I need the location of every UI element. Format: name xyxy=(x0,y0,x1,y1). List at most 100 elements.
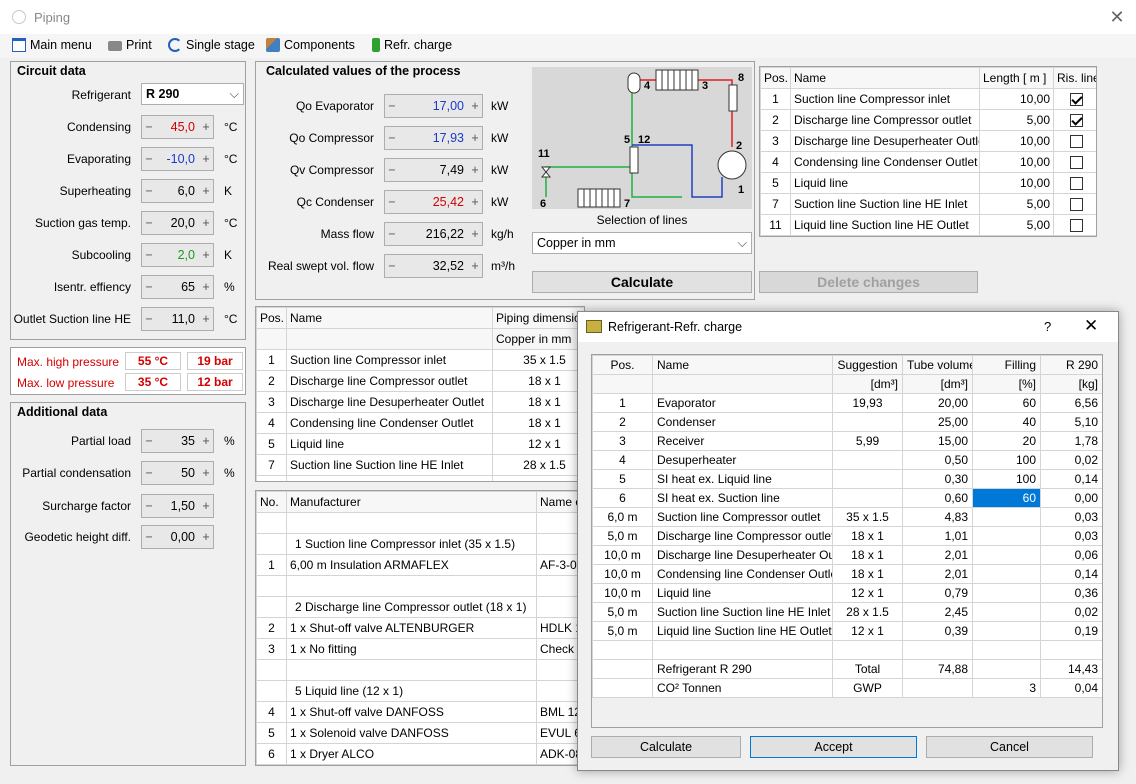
lines-length[interactable]: 10,00 xyxy=(979,151,1054,173)
table-row[interactable]: 5 Liquid line (12 x 1) xyxy=(256,680,584,702)
lines-header-cell[interactable]: Ris. line xyxy=(1053,67,1096,89)
table-row[interactable]: 2 Condenser 25,00 40 5,10 xyxy=(592,412,1102,432)
table-row[interactable]: 4 Condensing line Condenser Outlet 10,00 xyxy=(760,151,1096,173)
charge-tube-volume[interactable]: 2,45 xyxy=(902,602,973,622)
minus-icon[interactable]: − xyxy=(142,280,156,294)
minus-icon[interactable]: − xyxy=(142,312,156,326)
calc-value-spinner[interactable]: − 17,93 + xyxy=(384,126,483,150)
plus-icon[interactable]: + xyxy=(199,184,213,198)
minus-icon[interactable]: − xyxy=(385,131,399,145)
minus-icon[interactable]: − xyxy=(385,195,399,209)
charge-header-cell[interactable]: Filling xyxy=(972,355,1041,375)
menu-components[interactable]: Components xyxy=(266,38,355,52)
charge-header-cell[interactable]: Suggestion xyxy=(832,355,903,375)
plus-icon[interactable]: + xyxy=(199,248,213,262)
ris-line-checkbox[interactable] xyxy=(1069,177,1083,191)
menu-single-stage[interactable]: Single stage xyxy=(168,38,255,52)
additional-value-spinner[interactable]: −1,50 + xyxy=(141,494,214,518)
minus-icon[interactable]: − xyxy=(142,152,156,166)
charge-tube-volume[interactable] xyxy=(902,640,973,660)
table-row[interactable]: 6,0 m Suction line Compressor outlet 35 x … xyxy=(592,507,1102,527)
lines-length[interactable]: 5,00 xyxy=(979,193,1054,215)
table-row[interactable] xyxy=(256,512,584,534)
delete-changes-button[interactable]: Delete changes xyxy=(759,271,978,293)
table-row[interactable]: 2 Discharge line Compressor outlet 5,00 xyxy=(760,109,1096,131)
charge-filling[interactable] xyxy=(972,659,1041,679)
refrigerant-select[interactable]: R 290 ⌵ xyxy=(141,83,244,105)
lines-length[interactable]: 10,00 xyxy=(979,172,1054,194)
ris-line-checkbox[interactable] xyxy=(1069,198,1083,212)
table-row[interactable]: 3 Discharge line Desuperheater Outlet 18 x… xyxy=(256,391,584,413)
circuit-value-spinner[interactable]: − 65 + xyxy=(141,275,214,299)
charge-filling[interactable]: 100 xyxy=(972,469,1041,489)
additional-value-spinner[interactable]: − 50 + xyxy=(141,461,214,485)
charge-filling[interactable] xyxy=(972,526,1041,546)
dialog-cancel-button[interactable]: Cancel xyxy=(926,736,1093,758)
ris-line-checkbox[interactable] xyxy=(1069,156,1083,170)
plus-icon[interactable]: + xyxy=(468,227,482,241)
table-row[interactable]: 31 x No fitting Check v xyxy=(256,638,584,660)
ris-line-checkbox[interactable] xyxy=(1069,219,1083,233)
table-row[interactable]: 5 SI heat ex. Liquid line 0,30 100 0,14 xyxy=(592,469,1102,489)
calc-value-spinner[interactable]: − 7,49 + xyxy=(384,158,483,182)
plus-icon[interactable]: + xyxy=(199,152,213,166)
minus-icon[interactable]: − xyxy=(385,99,399,113)
ris-line-checkbox[interactable] xyxy=(1069,114,1083,128)
table-row[interactable]: CO² Tonnen GWP 3 0,04 xyxy=(592,678,1102,698)
table-row[interactable]: 2 Discharge line Compressor outlet 18 x 1 xyxy=(256,370,584,392)
charge-tube-volume[interactable]: 0,30 xyxy=(902,469,973,489)
charge-tube-volume[interactable]: 0,79 xyxy=(902,583,973,603)
charge-tube-volume[interactable]: 0,50 xyxy=(902,450,973,470)
minus-icon[interactable]: − xyxy=(142,466,156,480)
circuit-value-spinner[interactable]: −20,0 + xyxy=(141,211,214,235)
table-row[interactable]: 10,0 m Liquid line 12 x 1 0,79 0,36 xyxy=(592,583,1102,603)
ris-line-checkbox[interactable] xyxy=(1069,93,1083,107)
charge-header-cell[interactable]: Pos. xyxy=(592,355,653,375)
close-icon[interactable]: ✕ xyxy=(1106,6,1128,28)
lines-header-cell[interactable]: Name xyxy=(790,67,980,89)
plus-icon[interactable]: + xyxy=(468,99,482,113)
table-row[interactable]: 5 Liquid line 10,00 xyxy=(760,172,1096,194)
minus-icon[interactable]: − xyxy=(142,216,156,230)
plus-icon[interactable]: + xyxy=(199,434,213,448)
charge-header-cell[interactable]: R 290 xyxy=(1040,355,1102,375)
help-icon[interactable]: ? xyxy=(1044,319,1051,334)
plus-icon[interactable]: + xyxy=(199,312,213,326)
table-row[interactable]: 21 x Shut-off valve ALTENBURGER HDLK 1 xyxy=(256,617,584,639)
charge-filling[interactable] xyxy=(972,621,1041,641)
calc-value-spinner[interactable]: − 25,42 + xyxy=(384,190,483,214)
charge-tube-volume[interactable]: 15,00 xyxy=(902,431,973,451)
calc-value-spinner[interactable]: − 17,00 + xyxy=(384,94,483,118)
charge-tube-volume[interactable]: 1,01 xyxy=(902,526,973,546)
table-row[interactable] xyxy=(256,659,584,681)
table-row[interactable]: Refrigerant R 290 Total 74,88 14,43 xyxy=(592,659,1102,679)
lines-length[interactable]: 10,00 xyxy=(979,88,1054,110)
plus-icon[interactable]: + xyxy=(199,216,213,230)
plus-icon[interactable]: + xyxy=(468,259,482,273)
table-row[interactable]: 4 Condensing line Condenser Outlet 18 x 1 xyxy=(256,412,584,434)
charge-filling[interactable]: 40 xyxy=(972,412,1041,432)
plus-icon[interactable]: + xyxy=(199,499,213,513)
charge-filling[interactable] xyxy=(972,602,1041,622)
circuit-value-spinner[interactable]: −45,0 + xyxy=(141,115,214,139)
menu-refr-charge[interactable]: Refr. charge xyxy=(372,38,452,52)
table-row[interactable]: 3 Receiver 5,99 15,00 20 1,78 xyxy=(592,431,1102,451)
table-row[interactable]: 5,0 m Liquid line Suction line HE Outlet 1… xyxy=(592,621,1102,641)
table-row[interactable] xyxy=(592,640,1102,660)
charge-tube-volume[interactable]: 4,83 xyxy=(902,507,973,527)
table-row[interactable]: 41 x Shut-off valve DANFOSS BML 12 xyxy=(256,701,584,723)
circuit-value-spinner[interactable]: − 11,0 + xyxy=(141,307,214,331)
charge-filling[interactable]: 100 xyxy=(972,450,1041,470)
charge-header-cell[interactable]: Tube volume xyxy=(902,355,973,375)
charge-filling[interactable] xyxy=(972,545,1041,565)
calc-value-spinner[interactable]: − 216,22 + xyxy=(384,222,483,246)
plus-icon[interactable]: + xyxy=(199,120,213,134)
piping-header-cell[interactable]: Pos. xyxy=(256,307,287,329)
charge-filling-selected[interactable]: 60 xyxy=(972,488,1041,508)
plus-icon[interactable]: + xyxy=(468,163,482,177)
minus-icon[interactable]: − xyxy=(142,434,156,448)
table-row[interactable]: 1 6,00 m Insulation ARMAFLEX AF-3-03 xyxy=(256,554,584,576)
charge-tube-volume[interactable]: 0,60 xyxy=(902,488,973,508)
minus-icon[interactable]: − xyxy=(385,227,399,241)
table-row[interactable]: 4 Desuperheater 0,50 100 0,02 xyxy=(592,450,1102,470)
